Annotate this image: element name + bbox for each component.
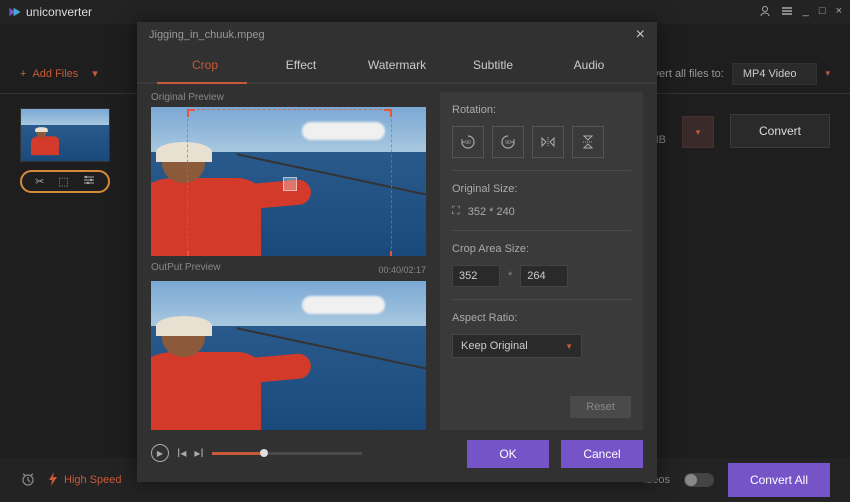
chevron-down-icon[interactable]: ▾	[825, 68, 830, 79]
time-label: 00:40/02:17	[378, 265, 426, 275]
settings-icon[interactable]	[83, 175, 95, 188]
rotate-cw-button[interactable]: 90	[492, 126, 524, 158]
crop-modal: Jigging_in_chuuk.mpeg × Crop Effect Wate…	[137, 22, 657, 482]
flip-vertical-button[interactable]	[572, 126, 604, 158]
original-size-label: Original Size:	[452, 183, 631, 195]
titlebar: uniconverter _ □ ×	[0, 0, 850, 24]
file-item[interactable]: ✂ ⬚	[20, 108, 110, 193]
logo-icon	[8, 5, 22, 19]
aspect-ratio-dropdown[interactable]: Keep Original ▼	[452, 334, 582, 358]
file-thumbnail	[20, 108, 110, 162]
format-options-button[interactable]: ▾	[682, 116, 714, 148]
rotation-label: Rotation:	[452, 104, 631, 116]
original-preview-label: Original Preview	[151, 92, 426, 103]
minimize-button[interactable]: _	[803, 5, 809, 20]
output-preview	[151, 281, 426, 430]
plus-icon: +	[20, 68, 26, 80]
crop-width-input[interactable]	[452, 265, 500, 287]
bolt-icon	[48, 472, 58, 489]
output-preview-label: OutPut Preview	[151, 262, 220, 273]
play-button[interactable]: ▶	[151, 444, 169, 462]
merge-videos-toggle[interactable]	[684, 473, 714, 487]
controls-column: Rotation: 90 90 Original Size: ⛶ 352 * 2…	[440, 92, 643, 430]
add-files-label: Add Files	[32, 68, 78, 80]
modal-tabs: Crop Effect Watermark Subtitle Audio	[137, 48, 657, 84]
preview-column: Original Preview OutPut Preview 00:40/02…	[151, 92, 426, 430]
reset-button[interactable]: Reset	[570, 396, 631, 418]
convert-format-selector: onvert all files to: MP4 Video ▾	[641, 63, 830, 85]
progress-thumb[interactable]	[260, 449, 268, 457]
ok-button[interactable]: OK	[467, 440, 549, 468]
high-speed-toggle[interactable]: High Speed	[48, 472, 122, 489]
app-name: uniconverter	[26, 5, 92, 19]
user-icon[interactable]	[759, 5, 771, 20]
add-files-button[interactable]: + Add Files ▾	[20, 67, 98, 80]
close-button[interactable]: ×	[836, 5, 842, 20]
alarm-icon[interactable]	[20, 471, 36, 490]
flip-horizontal-button[interactable]	[532, 126, 564, 158]
cancel-button[interactable]: Cancel	[561, 440, 643, 468]
prev-frame-button[interactable]: I◂	[177, 446, 186, 460]
svg-text:90: 90	[505, 140, 511, 146]
modal-header: Jigging_in_chuuk.mpeg ×	[137, 22, 657, 48]
close-icon[interactable]: ×	[636, 26, 645, 44]
tab-subtitle[interactable]: Subtitle	[445, 48, 541, 82]
file-tools: ✂ ⬚	[20, 170, 110, 193]
chevron-down-icon: ▾	[92, 67, 98, 80]
expand-icon: ⛶	[452, 205, 460, 218]
svg-text:90: 90	[465, 140, 471, 146]
tab-effect[interactable]: Effect	[253, 48, 349, 82]
next-frame-button[interactable]: ▸I	[194, 446, 203, 460]
crop-center-handle[interactable]	[283, 177, 297, 191]
crop-icon[interactable]: ⬚	[58, 175, 68, 188]
tab-audio[interactable]: Audio	[541, 48, 637, 82]
tab-watermark[interactable]: Watermark	[349, 48, 445, 82]
crop-frame[interactable]	[187, 109, 392, 256]
high-speed-label: High Speed	[64, 474, 122, 486]
crop-area-label: Crop Area Size:	[452, 243, 631, 255]
multiply-icon: *	[508, 270, 512, 282]
format-value: MP4 Video	[743, 68, 797, 80]
convert-all-button[interactable]: Convert All	[728, 463, 830, 497]
chevron-down-icon: ▼	[565, 342, 573, 351]
crop-height-input[interactable]	[520, 265, 568, 287]
rotate-ccw-button[interactable]: 90	[452, 126, 484, 158]
modal-filename: Jigging_in_chuuk.mpeg	[149, 29, 265, 41]
original-preview[interactable]	[151, 107, 426, 256]
maximize-button[interactable]: □	[819, 5, 826, 20]
app-logo: uniconverter	[8, 5, 92, 19]
cut-icon[interactable]: ✂	[35, 175, 44, 188]
original-size-value: 352 * 240	[468, 206, 515, 218]
format-dropdown[interactable]: MP4 Video	[732, 63, 818, 85]
aspect-value: Keep Original	[461, 340, 528, 352]
menu-icon[interactable]	[781, 5, 793, 20]
progress-bar[interactable]	[212, 452, 362, 455]
convert-button[interactable]: Convert	[730, 114, 830, 148]
aspect-ratio-label: Aspect Ratio:	[452, 312, 631, 324]
tab-crop[interactable]: Crop	[157, 48, 253, 82]
